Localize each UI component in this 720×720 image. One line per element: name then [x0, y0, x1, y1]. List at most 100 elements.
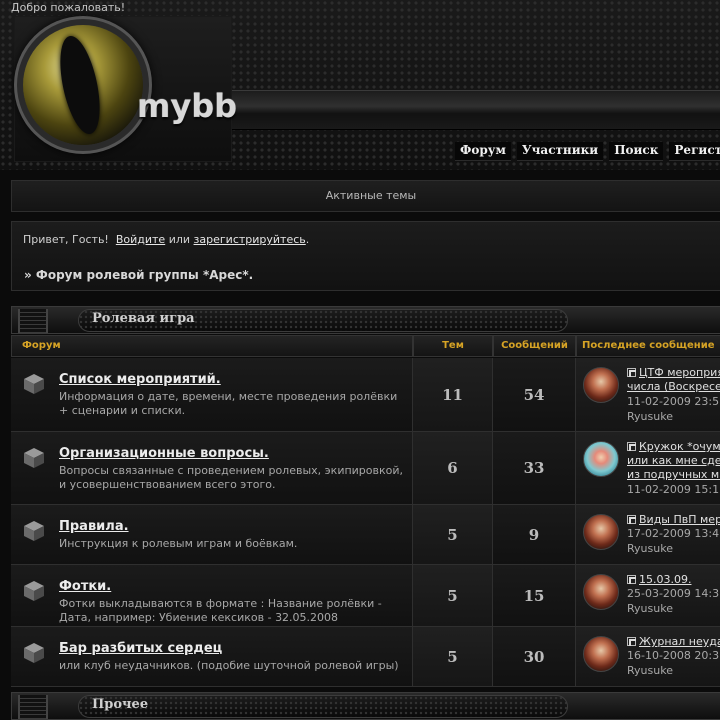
forum-link[interactable]: Правила. — [59, 519, 129, 534]
category-title: Ролевая игра — [92, 311, 195, 326]
column-posts: Сообщений — [493, 335, 576, 357]
avatar[interactable] — [583, 514, 619, 550]
forum-info-cell: Правила. Инструкция к ролевым играм и бо… — [11, 505, 413, 565]
forum-description: Фотки выкладываются в формате : Название… — [59, 597, 382, 624]
forum-link[interactable]: Бар разбитых сердец — [59, 641, 222, 656]
forum-row: Бар разбитых сердец или клуб неудачников… — [11, 627, 720, 687]
category-bar[interactable]: Прочее — [11, 692, 720, 720]
posts-count: 33 — [493, 432, 576, 505]
last-post-link[interactable]: Журнал неуда — [627, 635, 720, 649]
avatar[interactable] — [583, 367, 619, 403]
forum-link[interactable]: Фотки. — [59, 579, 111, 594]
forum-cube-icon — [24, 374, 44, 394]
column-topics: Тем — [413, 335, 493, 357]
forum-cube-icon — [24, 581, 44, 601]
header-stripe — [232, 90, 720, 130]
last-post-cell: Виды ПвП мер 17-02-2009 13:4 Ryusuke — [576, 505, 720, 565]
or-text: или — [168, 233, 191, 246]
last-post-cell: 15.03.09. 25-03-2009 14:3 Ryusuke — [576, 565, 720, 627]
forum-cube-icon — [24, 521, 44, 541]
category-bar[interactable]: Ролевая игра — [11, 306, 720, 334]
main-nav: Форум Участники Поиск Регистра — [455, 142, 720, 161]
last-post-cell: ЦТФ мероприя числа (Воскресе 11-02-2009 … — [576, 358, 720, 432]
last-post-user[interactable]: Ryusuke — [627, 664, 673, 677]
forum-description: или клуб неудачников. (подобие шуточной … — [59, 659, 399, 672]
board-title: » Форум ролевой группы *Арес*. — [24, 268, 254, 282]
last-post-date: 16-10-2008 20:3 — [627, 649, 720, 662]
header: Добро пожаловать! mybb Форум Участники П… — [0, 0, 720, 170]
forum-link[interactable]: Список мероприятий. — [59, 372, 221, 387]
goto-post-icon[interactable] — [627, 637, 636, 646]
site-logo[interactable]: mybb — [14, 16, 237, 162]
welcome-text: Добро пожаловать! — [11, 1, 126, 14]
last-post-link-line3[interactable]: из подручных мат — [627, 468, 720, 482]
last-post-date: 11-02-2009 23:5 — [627, 395, 720, 408]
nav-forum[interactable]: Форум — [455, 142, 511, 161]
last-post-title[interactable]: ЦТФ мероприя — [639, 366, 720, 379]
column-forum: Форум — [11, 335, 413, 357]
topics-count: 6 — [413, 432, 493, 505]
avatar[interactable] — [583, 574, 619, 610]
logo-text: mybb — [137, 87, 238, 125]
forum-info-cell: Организационные вопросы. Вопросы связанн… — [11, 432, 413, 505]
collapse-grip-icon[interactable] — [18, 309, 48, 333]
active-topics-link[interactable]: Активные темы — [11, 180, 720, 212]
last-post-user[interactable]: Ryusuke — [627, 542, 673, 555]
posts-count: 30 — [493, 627, 576, 687]
nav-members[interactable]: Участники — [516, 142, 604, 161]
last-post-cell: Кружок *очум или как мне сде из подручны… — [576, 432, 720, 505]
guest-panel: Привет, Гость! Войдите или зарегистрируй… — [11, 221, 720, 291]
posts-count: 54 — [493, 358, 576, 432]
goto-post-icon[interactable] — [627, 368, 636, 377]
goto-post-icon[interactable] — [627, 442, 636, 451]
guest-greeting: Привет, Гость! Войдите или зарегистрируй… — [23, 233, 309, 246]
avatar[interactable] — [583, 636, 619, 672]
last-post-link[interactable]: ЦТФ мероприя — [627, 366, 720, 380]
posts-count: 9 — [493, 505, 576, 565]
last-post-user[interactable]: Ryusuke — [627, 602, 673, 615]
last-post-date: 17-02-2009 13:4 — [627, 527, 720, 540]
topics-count: 5 — [413, 627, 493, 687]
nav-search[interactable]: Поиск — [609, 142, 664, 161]
last-post-link-line2[interactable]: числа (Воскресе — [627, 380, 720, 394]
category-tab — [78, 695, 568, 718]
forum-row: Правила. Инструкция к ролевым играм и бо… — [11, 505, 720, 565]
login-link[interactable]: Войдите — [116, 233, 165, 246]
avatar[interactable] — [583, 441, 619, 477]
nav-register[interactable]: Регистра — [669, 142, 720, 161]
last-post-title[interactable]: 15.03.09. — [639, 573, 691, 586]
category-title: Прочее — [92, 697, 149, 712]
register-link[interactable]: зарегистрируйтесь — [194, 233, 306, 246]
forum-row: Список мероприятий. Информация о дате, в… — [11, 358, 720, 432]
goto-post-icon[interactable] — [627, 515, 636, 524]
last-post-date: 11-02-2009 15:1 — [627, 483, 720, 496]
last-post-link[interactable]: Виды ПвП мер — [627, 513, 720, 527]
last-post-cell: Журнал неуда 16-10-2008 20:3 Ryusuke — [576, 627, 720, 687]
last-post-link-line2[interactable]: или как мне сде — [627, 454, 720, 468]
forum-cube-icon — [24, 643, 44, 663]
last-post-link[interactable]: Кружок *очум — [627, 440, 720, 454]
last-post-title[interactable]: Виды ПвП мер — [639, 513, 720, 526]
forum-link[interactable]: Организационные вопросы. — [59, 446, 269, 461]
last-post-link[interactable]: 15.03.09. — [627, 573, 720, 587]
forum-description: Вопросы связанные с проведением ролевых,… — [59, 464, 404, 491]
forum-info-cell: Бар разбитых сердец или клуб неудачников… — [11, 627, 413, 687]
goto-post-icon[interactable] — [627, 575, 636, 584]
posts-count: 15 — [493, 565, 576, 627]
forum-row: Фотки. Фотки выкладываются в формате : Н… — [11, 565, 720, 627]
forum-cube-icon — [24, 448, 44, 468]
forum-info-cell: Список мероприятий. Информация о дате, в… — [11, 358, 413, 432]
forum-row: Организационные вопросы. Вопросы связанн… — [11, 432, 720, 505]
last-post-user[interactable]: Ryusuke — [627, 410, 673, 423]
topics-count: 5 — [413, 565, 493, 627]
last-post-title[interactable]: Кружок *очум — [639, 440, 720, 453]
forum-info-cell: Фотки. Фотки выкладываются в формате : Н… — [11, 565, 413, 627]
forum-description: Информация о дате, времени, месте провед… — [59, 390, 398, 417]
greeting-text: Привет, Гость! — [23, 233, 109, 246]
column-last-post: Последнее сообщение — [576, 335, 720, 357]
forum-description: Инструкция к ролевым играм и боёвкам. — [59, 537, 298, 550]
collapse-grip-icon[interactable] — [18, 695, 48, 719]
topics-count: 5 — [413, 505, 493, 565]
logo-orb-icon — [23, 25, 143, 145]
last-post-title[interactable]: Журнал неуда — [639, 635, 720, 648]
